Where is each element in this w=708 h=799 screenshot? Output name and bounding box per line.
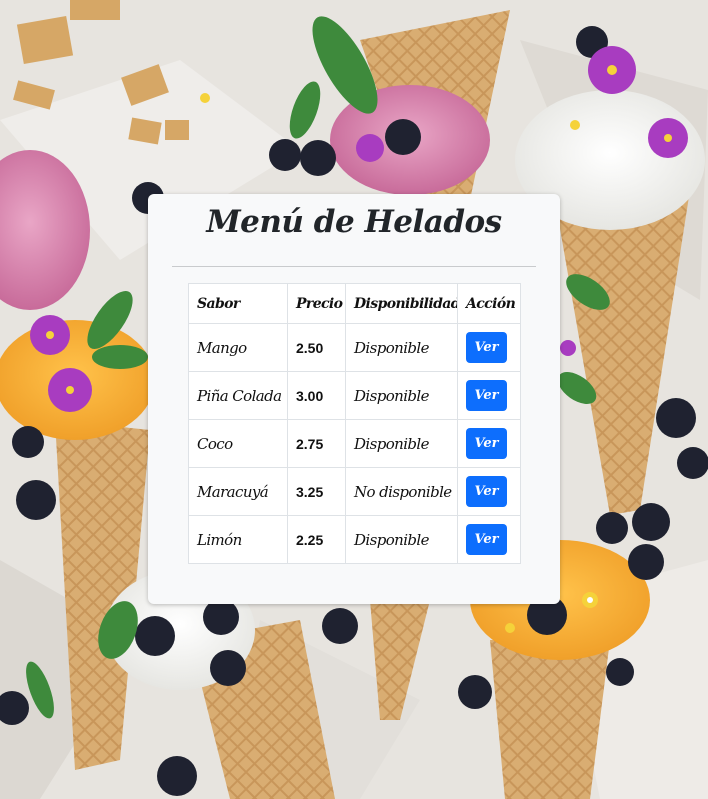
table-row: Piña Colada 3.00 Disponible Ver (188, 371, 521, 420)
view-button-maracuya[interactable]: Ver (466, 476, 507, 507)
price-cell: 3.25 (287, 467, 346, 516)
table-row: Limón 2.25 Disponible Ver (188, 515, 521, 564)
action-cell: Ver (457, 515, 521, 564)
table-row: Maracuyá 3.25 No disponible Ver (188, 467, 521, 516)
flavor-cell: Coco (188, 419, 288, 468)
column-header-price: Precio (287, 283, 346, 324)
availability-cell: Disponible (345, 419, 458, 468)
availability-cell: No disponible (345, 467, 458, 516)
column-header-flavor: Sabor (188, 283, 288, 324)
price-cell: 3.00 (287, 371, 346, 420)
table-row: Mango 2.50 Disponible Ver (188, 323, 521, 372)
view-button-limon[interactable]: Ver (466, 524, 507, 555)
price-cell: 2.75 (287, 419, 346, 468)
column-header-action: Acción (457, 283, 521, 324)
price-cell: 2.25 (287, 515, 346, 564)
availability-cell: Disponible (345, 323, 458, 372)
action-cell: Ver (457, 467, 521, 516)
menu-card: Menú de Helados Sabor Precio Disponibili… (148, 194, 560, 604)
table-header-row: Sabor Precio Disponibilidad Acción (188, 283, 521, 324)
action-cell: Ver (457, 323, 521, 372)
page-title: Menú de Helados (206, 204, 502, 240)
title-divider (172, 266, 536, 267)
flavor-cell: Piña Colada (188, 371, 288, 420)
availability-cell: Disponible (345, 371, 458, 420)
flavor-table: Sabor Precio Disponibilidad Acción Mango… (188, 283, 521, 564)
flavor-cell: Mango (188, 323, 288, 372)
view-button-pina-colada[interactable]: Ver (466, 380, 507, 411)
action-cell: Ver (457, 371, 521, 420)
flavor-cell: Maracuyá (188, 467, 288, 516)
flavor-cell: Limón (188, 515, 288, 564)
view-button-coco[interactable]: Ver (466, 428, 507, 459)
view-button-mango[interactable]: Ver (466, 332, 507, 363)
availability-cell: Disponible (345, 515, 458, 564)
price-cell: 2.50 (287, 323, 346, 372)
column-header-availability: Disponibilidad (345, 283, 458, 324)
action-cell: Ver (457, 419, 521, 468)
table-row: Coco 2.75 Disponible Ver (188, 419, 521, 468)
